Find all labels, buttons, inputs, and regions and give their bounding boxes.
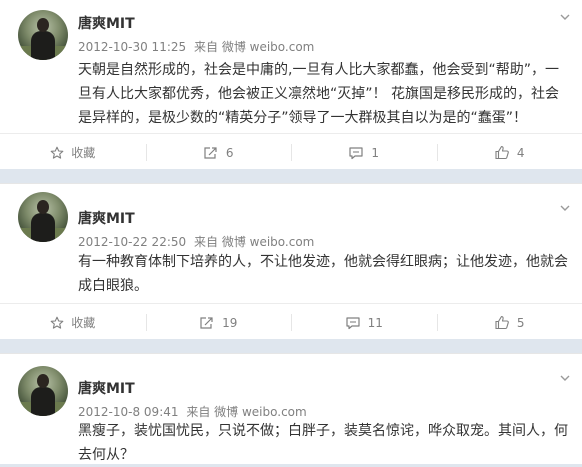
source-prefix: 来自 bbox=[194, 235, 218, 249]
chevron-down-icon[interactable] bbox=[558, 201, 572, 215]
repost-icon bbox=[203, 146, 219, 160]
post-text: 天朝是自然形成的，社会是中庸的,一旦有人比大家都蠢，他会受到“帮助”，一旦有人比… bbox=[78, 58, 572, 130]
repost-icon bbox=[199, 316, 215, 330]
favorite-label: 收藏 bbox=[71, 144, 95, 161]
repost-button[interactable]: 19 bbox=[146, 304, 292, 341]
post-meta: 2012-10-30 11:25 来自 微博 weibo.com bbox=[78, 38, 314, 55]
repost-count: 19 bbox=[222, 316, 237, 330]
avatar[interactable] bbox=[18, 10, 68, 60]
comment-count: 1 bbox=[371, 146, 379, 160]
chevron-down-icon[interactable] bbox=[558, 10, 572, 24]
repost-count: 6 bbox=[226, 146, 234, 160]
card-gap bbox=[0, 169, 582, 183]
weibo-post: 唐爽MIT 2012-10-8 09:41 来自 微博 weibo.com 黑瘦… bbox=[0, 353, 582, 464]
source-prefix: 来自 bbox=[186, 405, 210, 419]
post-time[interactable]: 2012-10-22 22:50 bbox=[78, 235, 186, 249]
username[interactable]: 唐爽MIT bbox=[78, 13, 135, 33]
action-bar: 收藏 19 11 5 bbox=[0, 303, 582, 341]
post-time[interactable]: 2012-10-30 11:25 bbox=[78, 40, 186, 54]
chevron-down-icon[interactable] bbox=[558, 371, 572, 385]
like-count: 5 bbox=[517, 316, 525, 330]
card-gap bbox=[0, 339, 582, 353]
post-time[interactable]: 2012-10-8 09:41 bbox=[78, 405, 179, 419]
post-meta: 2012-10-8 09:41 来自 微博 weibo.com bbox=[78, 403, 307, 420]
like-button[interactable]: 5 bbox=[437, 304, 582, 341]
comment-button[interactable]: 11 bbox=[291, 304, 437, 341]
action-bar: 收藏 6 1 4 bbox=[0, 133, 582, 171]
like-count: 4 bbox=[517, 146, 525, 160]
username[interactable]: 唐爽MIT bbox=[78, 378, 135, 398]
avatar[interactable] bbox=[18, 192, 68, 242]
weibo-post: 唐爽MIT 2012-10-22 22:50 来自 微博 weibo.com 有… bbox=[0, 183, 582, 339]
post-source[interactable]: 微博 weibo.com bbox=[222, 235, 315, 249]
source-prefix: 来自 bbox=[194, 40, 218, 54]
favorite-button[interactable]: 收藏 bbox=[0, 134, 146, 171]
comment-count: 11 bbox=[368, 316, 383, 330]
thumbs-up-icon bbox=[494, 315, 510, 330]
post-text: 有一种教育体制下培养的人，不让他发迹，他就会得红眼病；让他发迹，他就会成白眼狼。 bbox=[78, 250, 572, 298]
repost-button[interactable]: 6 bbox=[146, 134, 292, 171]
thumbs-up-icon bbox=[494, 145, 510, 160]
username[interactable]: 唐爽MIT bbox=[78, 208, 135, 228]
star-icon bbox=[50, 316, 64, 330]
favorite-button[interactable]: 收藏 bbox=[0, 304, 146, 341]
weibo-post: 唐爽MIT 2012-10-30 11:25 来自 微博 weibo.com 天… bbox=[0, 0, 582, 169]
post-source[interactable]: 微博 weibo.com bbox=[222, 40, 315, 54]
avatar[interactable] bbox=[18, 366, 68, 416]
post-source[interactable]: 微博 weibo.com bbox=[214, 405, 307, 419]
star-icon bbox=[50, 146, 64, 160]
favorite-label: 收藏 bbox=[71, 314, 95, 331]
comment-button[interactable]: 1 bbox=[291, 134, 437, 171]
comment-icon bbox=[345, 316, 361, 330]
post-text: 黑瘦子，装忧国忧民，只说不做；白胖子，装莫名惊诧，哗众取宠。其间人，何去何从？ bbox=[78, 419, 572, 467]
like-button[interactable]: 4 bbox=[437, 134, 582, 171]
post-meta: 2012-10-22 22:50 来自 微博 weibo.com bbox=[78, 233, 314, 250]
comment-icon bbox=[348, 146, 364, 160]
